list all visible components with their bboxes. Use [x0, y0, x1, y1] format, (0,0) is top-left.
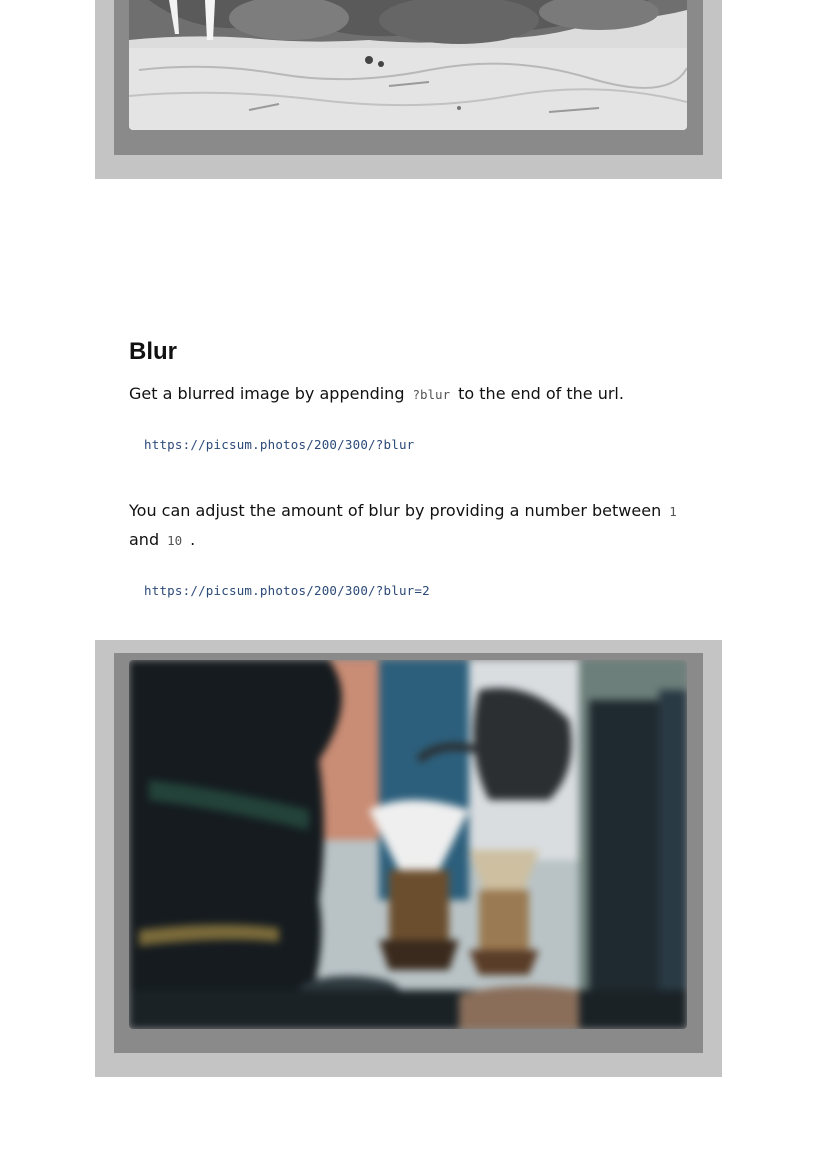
- blur-description-text: Get a blurred image by appending: [129, 384, 405, 403]
- walrus-photo: [129, 0, 687, 130]
- example-url-blur-2[interactable]: https://picsum.photos/200/300/?blur=2: [144, 583, 430, 598]
- coffee-brewing-photo: [129, 660, 687, 1029]
- blur-amount-and: and: [129, 530, 160, 549]
- inline-code-min: 1: [669, 504, 677, 519]
- blur-amount-description: You can adjust the amount of blur by pro…: [129, 497, 689, 555]
- blur-description: Get a blurred image by appending ?blur to …: [129, 380, 689, 409]
- blur-amount-period: .: [190, 530, 196, 549]
- section-heading-blur: Blur: [129, 338, 177, 365]
- blur-amount-text: You can adjust the amount of blur by pro…: [129, 501, 662, 520]
- inline-code-max: 10: [167, 533, 183, 548]
- example-url-blur[interactable]: https://picsum.photos/200/300/?blur: [144, 437, 414, 452]
- inline-code-blur: ?blur: [412, 387, 451, 402]
- page: Blur Get a blurred image by appending ?bl…: [0, 0, 825, 1175]
- blur-description-text-end: to the end of the url.: [458, 384, 624, 403]
